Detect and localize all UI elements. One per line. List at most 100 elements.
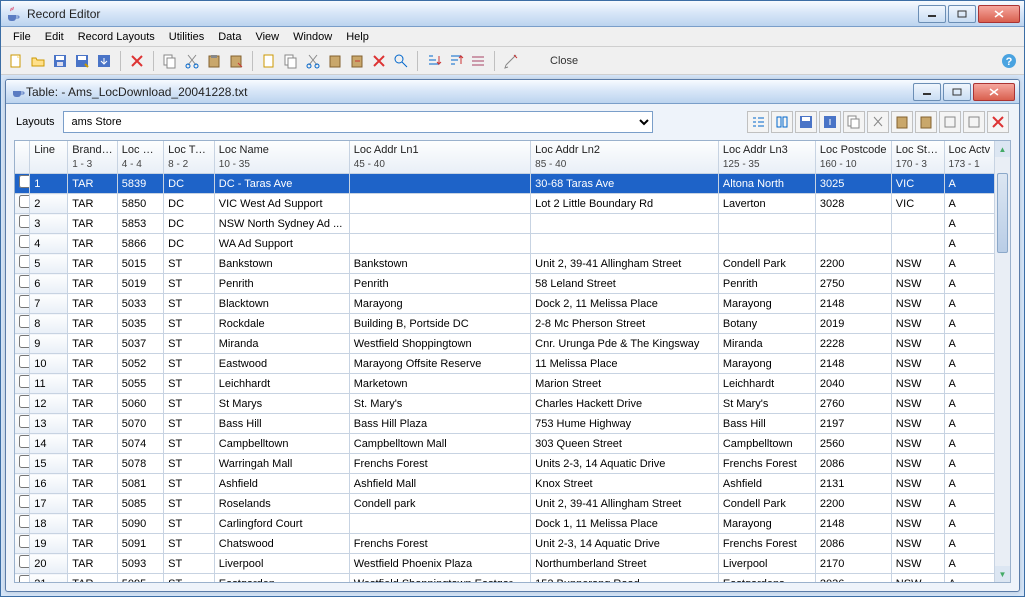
row-checkbox-cell[interactable] (15, 514, 30, 534)
cell-addr1[interactable]: Marayong (349, 294, 530, 314)
cell-loctype[interactable]: ST (164, 454, 215, 474)
inner-titlebar[interactable]: Table: - Ams_LocDownload_20041228.txt (6, 80, 1019, 104)
row-checkbox[interactable] (19, 515, 30, 528)
cell-addr1[interactable]: Ashfield Mall (349, 474, 530, 494)
row-checkbox-cell[interactable] (15, 174, 30, 194)
row-checkbox[interactable] (19, 255, 30, 268)
cell-addr2[interactable]: Lot 2 Little Boundary Rd (531, 194, 719, 214)
cell-addr1[interactable]: Westfield Shoppingtown Eastgar... (349, 574, 530, 584)
row-checkbox[interactable] (19, 175, 30, 188)
cell-addr1[interactable]: Bankstown (349, 254, 530, 274)
cell-addr2[interactable]: Charles Hackett Drive (531, 394, 719, 414)
cell-addr2[interactable]: Cnr. Urunga Pde & The Kingsway (531, 334, 719, 354)
cell-addr3[interactable]: Botany (718, 314, 815, 334)
line-number[interactable]: 16 (30, 474, 68, 494)
menu-file[interactable]: File (7, 29, 37, 45)
menu-edit[interactable]: Edit (39, 29, 70, 45)
cell-state[interactable]: NSW (891, 374, 944, 394)
cell-loctype[interactable]: ST (164, 334, 215, 354)
cell-addr2[interactable]: 11 Melissa Place (531, 354, 719, 374)
cell-brand[interactable]: TAR (68, 554, 118, 574)
cell-loctype[interactable]: DC (164, 194, 215, 214)
column-header[interactable]: Loc Name10 - 35 (214, 141, 349, 174)
cell-loctype[interactable]: ST (164, 474, 215, 494)
cell-post[interactable]: 2148 (815, 514, 891, 534)
cell-locnbr[interactable]: 5866 (117, 234, 163, 254)
cell-locname[interactable]: Eastgarden (214, 574, 349, 584)
cell-addr1[interactable]: Marketown (349, 374, 530, 394)
inner-close-button[interactable] (973, 83, 1015, 101)
cell-locname[interactable]: Campbelltown (214, 434, 349, 454)
cell-locnbr[interactable]: 5093 (117, 554, 163, 574)
cell-post[interactable]: 2560 (815, 434, 891, 454)
cell-locname[interactable]: Bass Hill (214, 414, 349, 434)
row-checkbox[interactable] (19, 275, 30, 288)
cell-post[interactable]: 2086 (815, 454, 891, 474)
cell-addr3[interactable]: Condell Park (718, 494, 815, 514)
column-header[interactable]: Brand Id1 - 3 (68, 141, 118, 174)
cell-addr2[interactable]: 753 Hume Highway (531, 414, 719, 434)
cell-loctype[interactable]: ST (164, 394, 215, 414)
cell-loctype[interactable]: DC (164, 174, 215, 194)
cell-addr3[interactable]: Frenchs Forest (718, 454, 815, 474)
cell-addr2[interactable]: Knox Street (531, 474, 719, 494)
row-checkbox-cell[interactable] (15, 254, 30, 274)
cell-locnbr[interactable]: 5090 (117, 514, 163, 534)
paste-special-icon[interactable] (227, 52, 245, 70)
minimize-button[interactable] (918, 5, 946, 23)
column-header[interactable]: Loc Addr Ln285 - 40 (531, 141, 719, 174)
cell-brand[interactable]: TAR (68, 234, 118, 254)
table-row[interactable]: 3TAR5853DCNSW North Sydney Ad ...A (15, 214, 1010, 234)
paste-icon[interactable] (891, 111, 913, 133)
cell-post[interactable]: 3028 (815, 194, 891, 214)
cell-post[interactable]: 2760 (815, 394, 891, 414)
line-number[interactable]: 4 (30, 234, 68, 254)
table-row[interactable]: 19TAR5091STChatswoodFrenchs ForestUnit 2… (15, 534, 1010, 554)
cut-icon[interactable] (867, 111, 889, 133)
column-header[interactable]: Loc State170 - 3 (891, 141, 944, 174)
cell-post[interactable]: 2228 (815, 334, 891, 354)
cell-loctype[interactable]: ST (164, 254, 215, 274)
cell-addr2[interactable]: Unit 2, 39-41 Allingham Street (531, 254, 719, 274)
row-checkbox-cell[interactable] (15, 394, 30, 414)
cell-locnbr[interactable]: 5019 (117, 274, 163, 294)
row-checkbox-cell[interactable] (15, 194, 30, 214)
table-row[interactable]: 6TAR5019STPenrithPenrith58 Leland Street… (15, 274, 1010, 294)
cell-loctype[interactable]: DC (164, 214, 215, 234)
cell-brand[interactable]: TAR (68, 454, 118, 474)
cell-post[interactable]: 2040 (815, 374, 891, 394)
cell-locnbr[interactable]: 5839 (117, 174, 163, 194)
table-row[interactable]: 2TAR5850DCVIC West Ad SupportLot 2 Littl… (15, 194, 1010, 214)
delete-record-icon[interactable] (370, 52, 388, 70)
cell-locname[interactable]: Carlingford Court (214, 514, 349, 534)
line-number[interactable]: 2 (30, 194, 68, 214)
table-row[interactable]: 5TAR5015STBankstownBankstownUnit 2, 39-4… (15, 254, 1010, 274)
table-row[interactable]: 13TAR5070STBass HillBass Hill Plaza753 H… (15, 414, 1010, 434)
row-checkbox[interactable] (19, 495, 30, 508)
cell-locnbr[interactable]: 5081 (117, 474, 163, 494)
copy-icon[interactable] (843, 111, 865, 133)
row-checkbox[interactable] (19, 435, 30, 448)
row-checkbox-cell[interactable] (15, 494, 30, 514)
line-number[interactable]: 7 (30, 294, 68, 314)
menu-view[interactable]: View (249, 29, 285, 45)
scroll-thumb[interactable] (997, 173, 1008, 253)
cell-locname[interactable]: VIC West Ad Support (214, 194, 349, 214)
cell-addr1[interactable]: Westfield Shoppingtown (349, 334, 530, 354)
row-checkbox[interactable] (19, 395, 30, 408)
cell-addr1[interactable] (349, 514, 530, 534)
cell-brand[interactable]: TAR (68, 334, 118, 354)
cell-post[interactable]: 2750 (815, 274, 891, 294)
cell-loctype[interactable]: DC (164, 234, 215, 254)
cell-addr3[interactable]: Penrith (718, 274, 815, 294)
cell-locname[interactable]: Warringah Mall (214, 454, 349, 474)
cell-locname[interactable]: Ashfield (214, 474, 349, 494)
cell-loctype[interactable]: ST (164, 294, 215, 314)
cell-locname[interactable]: Roselands (214, 494, 349, 514)
menu-window[interactable]: Window (287, 29, 338, 45)
inner-maximize-button[interactable] (943, 83, 971, 101)
cell-state[interactable]: NSW (891, 294, 944, 314)
paste-prior-icon[interactable] (915, 111, 937, 133)
cell-state[interactable]: NSW (891, 254, 944, 274)
table-row[interactable]: 18TAR5090STCarlingford CourtDock 1, 11 M… (15, 514, 1010, 534)
